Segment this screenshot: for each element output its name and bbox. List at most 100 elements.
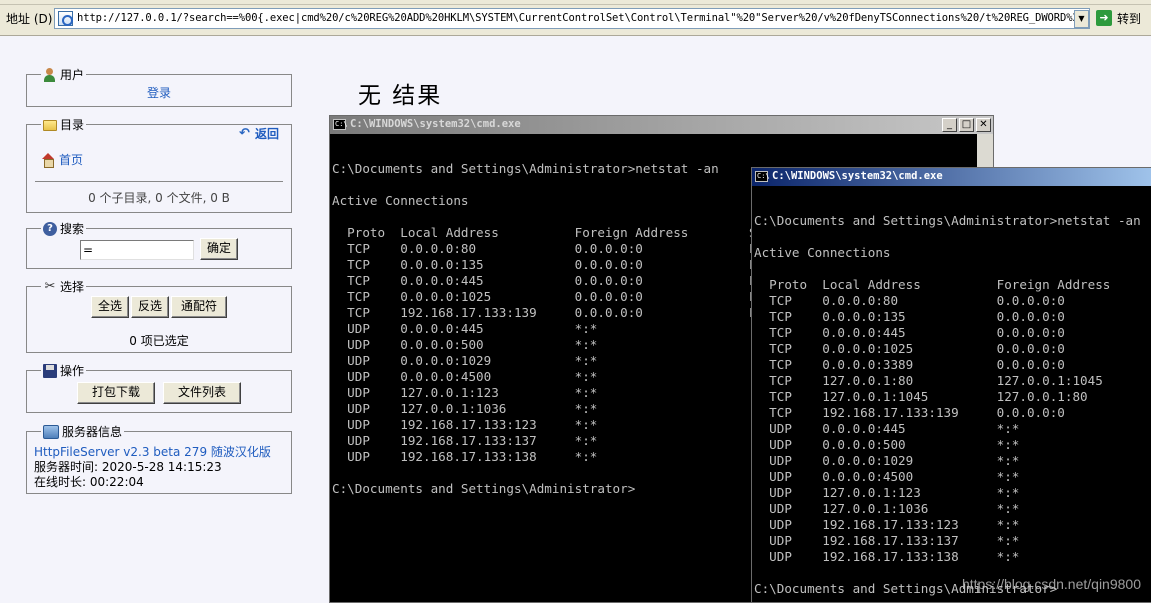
console-line: UDP 192.168.17.133:138 *:* [332,449,598,464]
cmd-icon: C:\ [755,171,770,182]
search-icon: ? [43,221,57,236]
wildcard-button[interactable]: 通配符 [171,296,227,318]
go-arrow-icon: ➜ [1096,10,1112,26]
uptime: 在线时长: 00:22:04 [34,475,144,489]
cmd-back-titlebar[interactable]: C:\ C:\WINDOWS\system32\cmd.exe _ □ ✕ [330,116,993,134]
user-icon [43,67,57,82]
console-line: TCP 192.168.17.133:139 0.0.0.0:0 LISTENI… [332,305,818,320]
watermark: https://blog.csdn.net/qin9800 [961,576,1141,592]
console-line: UDP 0.0.0.0:500 *:* [332,337,598,352]
console-line: UDP 127.0.0.1:1036 *:* [754,501,1020,516]
console-line: TCP 0.0.0.0:445 0.0.0.0:0 LISTENING [769,325,1065,340]
select-panel: ✂ 选择 全选 反选 通配符 0 项已选定 [26,278,292,353]
user-panel-legend: 用户 [41,66,87,83]
console-line: UDP 0.0.0.0:445 *:* [754,421,1020,436]
go-button[interactable]: ➜ 转到 [1096,8,1151,29]
minimize-button[interactable]: _ [942,118,957,132]
user-legend-text: 用户 [60,68,85,82]
folder-panel: 目录 ↶ 返回 首页 0 个子目录, 0 个文件, 0 B [26,116,292,213]
console-line: UDP 0.0.0.0:1029 *:* [754,453,1020,468]
console-line: TCP 0.0.0.0:80 0.0.0.0:0 LISTENING [769,293,1065,308]
actions-panel: 操作 打包下载 文件列表 [26,362,292,413]
toolbar-strip [0,0,1151,5]
console-line: TCP 0.0.0.0:3389 0.0.0.0:0 LISTENING [769,357,1065,372]
login-link[interactable]: 登录 [27,84,291,101]
home-icon [41,152,55,168]
server-info-legend: 服务器信息 [41,423,125,440]
server-info-legend-text: 服务器信息 [62,425,123,439]
console-line: TCP 0.0.0.0:135 0.0.0.0:0 LISTENING [769,309,1065,324]
console-line: Active Connections [754,245,891,260]
console-line: C:\Documents and Settings\Administrator>… [332,161,719,176]
console-line: TCP 0.0.0.0:1025 0.0.0.0:0 LISTENING [769,341,1065,356]
console-line: UDP 192.168.17.133:123 *:* [754,517,1020,532]
folder-divider [35,181,283,182]
no-results-heading: 无 结果 [358,83,443,109]
address-bar: 地址 (D) http://127.0.0.1/?search==%00{.ex… [0,0,1151,36]
console-line: TCP 127.0.0.1:80 127.0.0.1:1045 ESTABLIS… [769,373,1103,388]
back-label: 返回 [255,127,280,141]
select-legend-text: 选择 [60,280,85,294]
actions-panel-legend: 操作 [41,362,87,379]
url-text: http://127.0.0.1/?search==%00{.exec|cmd%… [77,12,1090,24]
console-line: UDP 192.168.17.133:137 *:* [754,533,1020,548]
back-link[interactable]: ↶ 返回 [239,125,279,142]
file-list-button[interactable]: 文件列表 [163,382,241,404]
console-line: C:\Documents and Settings\Administrator> [332,481,636,496]
cmd-front-title: C:\WINDOWS\system32\cmd.exe [772,170,943,182]
selected-count: 0 项已选定 [129,334,189,348]
console-line: TCP 0.0.0.0:80 0.0.0.0:0 LISTENING [332,241,818,256]
console-line: TCP 0.0.0.0:1025 0.0.0.0:0 LISTENING [332,289,818,304]
user-panel: 用户 登录 [26,66,292,107]
invert-selection-button[interactable]: 反选 [131,296,169,318]
search-submit-button[interactable]: 确定 [200,238,238,260]
page-icon [58,11,73,26]
console-line: TCP 127.0.0.1:1045 127.0.0.1:80 ESTABLIS… [769,389,1088,404]
console-line: TCP 0.0.0.0:445 0.0.0.0:0 LISTENING [332,273,818,288]
search-panel: ? 搜索 = 确定 [26,220,292,269]
cmd-window-foreground[interactable]: C:\ C:\WINDOWS\system32\cmd.exe C:\Docum… [751,167,1151,603]
console-line: Active Connections [332,193,469,208]
cmd-front-titlebar[interactable]: C:\ C:\WINDOWS\system32\cmd.exe [752,168,1151,186]
console-line: C:\Documents and Settings\Administrator>… [754,213,1141,228]
cmd-icon: C:\ [333,119,348,130]
console-line: UDP 127.0.0.1:123 *:* [754,485,1020,500]
console-line: UDP 0.0.0.0:4500 *:* [332,369,598,384]
search-legend-text: 搜索 [60,222,85,236]
console-line: Proto Local Address Foreign Address Stat… [769,277,1111,292]
console-line: Proto Local Address Foreign Address Stat… [332,225,787,240]
search-input[interactable]: = [80,240,194,260]
archive-download-button[interactable]: 打包下载 [77,382,155,404]
cmd-front-console[interactable]: C:\Documents and Settings\Administrator>… [754,186,1151,602]
address-label: 地址 (D) [6,12,53,26]
console-line: TCP 0.0.0.0:135 0.0.0.0:0 LISTENING [332,257,818,272]
select-all-button[interactable]: 全选 [91,296,129,318]
scissors-icon: ✂ [44,278,56,294]
console-line: UDP 192.168.17.133:123 *:* [332,417,598,432]
console-line: UDP 192.168.17.133:138 *:* [754,549,1020,564]
search-panel-legend: ? 搜索 [41,220,87,237]
folder-icon [43,120,57,131]
server-icon [43,424,59,439]
back-arrow-icon: ↶ [239,125,250,141]
select-panel-legend: ✂ 选择 [41,278,87,295]
save-disk-icon [43,363,57,378]
console-line: UDP 192.168.17.133:137 *:* [332,433,598,448]
home-label: 首页 [59,153,84,167]
folder-legend-text: 目录 [60,118,85,132]
console-line: UDP 127.0.0.1:123 *:* [332,385,598,400]
home-link[interactable]: 首页 [41,151,83,168]
folder-panel-legend: 目录 [41,116,87,133]
actions-legend-text: 操作 [60,364,85,378]
console-line: UDP 127.0.0.1:1036 *:* [332,401,598,416]
server-info-panel: 服务器信息 HttpFileServer v2.3 beta 279 随波汉化版… [26,423,292,494]
folder-summary: 0 个子目录, 0 个文件, 0 B [88,191,230,205]
url-input[interactable]: http://127.0.0.1/?search==%00{.exec|cmd%… [54,8,1090,29]
close-button[interactable]: ✕ [976,118,991,132]
maximize-button[interactable]: □ [959,118,974,132]
console-line: UDP 0.0.0.0:500 *:* [754,437,1020,452]
console-line: UDP 0.0.0.0:1029 *:* [332,353,598,368]
go-label: 转到 [1117,12,1142,26]
url-dropdown-button[interactable]: ▼ [1074,10,1089,28]
console-line: TCP 192.168.17.133:139 0.0.0.0:0 LISTENI… [769,405,1065,420]
